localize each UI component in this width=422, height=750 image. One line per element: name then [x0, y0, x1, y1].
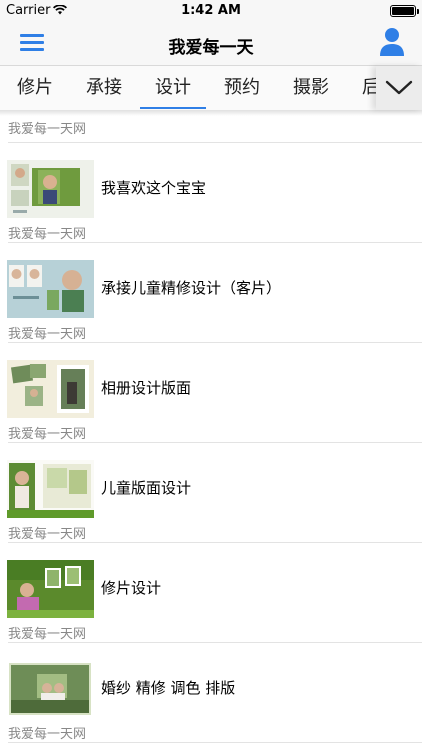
list-item-source: 我爱每一天网: [8, 122, 87, 137]
list-item-source: 我爱每一天网: [8, 427, 87, 442]
list-item[interactable]: 我喜欢这个宝宝 我爱每一天网: [0, 143, 422, 243]
list-item[interactable]: 修片设计 我爱每一天网: [0, 543, 422, 643]
tab-xiupian[interactable]: 修片: [17, 66, 53, 110]
tab-chengjie[interactable]: 承接: [86, 66, 122, 110]
battery-icon: [390, 5, 419, 17]
user-icon[interactable]: [379, 27, 405, 57]
article-thumbnail: [7, 560, 94, 618]
list-item-title: 儿童版面设计: [101, 479, 192, 497]
list-item-source: 我爱每一天网: [8, 327, 87, 342]
tab-sheying[interactable]: 摄影: [293, 66, 329, 110]
list-item[interactable]: 儿童版面设计 我爱每一天网: [0, 443, 422, 543]
list-item-title: 承接儿童精修设计（客片）: [101, 279, 282, 297]
list-item[interactable]: 婚纱 精修 调色 排版 我爱每一天网: [0, 643, 422, 743]
status-bar: Carrier 1:42 AM: [0, 0, 422, 22]
article-thumbnail: [7, 660, 94, 718]
list-item[interactable]: 相册设计版面 我爱每一天网: [0, 343, 422, 443]
tab-yuyue[interactable]: 预约: [224, 66, 260, 110]
chevron-down-icon: [385, 80, 413, 95]
list-item-title: 婚纱 精修 调色 排版: [101, 679, 236, 697]
list-item-title: 我喜欢这个宝宝: [101, 179, 207, 197]
page-title: 我爱每一天: [168, 38, 254, 58]
article-thumbnail: [7, 360, 94, 418]
clock: 1:42 AM: [181, 3, 241, 18]
article-thumbnail: [7, 160, 94, 218]
expand-tabs-button[interactable]: [376, 66, 422, 110]
tab-bar-shadow: [0, 110, 422, 116]
divider: [8, 742, 422, 743]
article-thumbnail: [7, 260, 94, 318]
tab-sheji[interactable]: 设计: [155, 66, 191, 110]
nav-bar: 我爱每一天: [0, 22, 422, 66]
list-item-title: 修片设计: [101, 579, 162, 597]
list-item[interactable]: 承接儿童精修设计（客片） 我爱每一天网: [0, 243, 422, 343]
list-item-title: 相册设计版面: [101, 379, 192, 397]
category-tabs: 修片 承接 设计 预约 摄影 后: [0, 66, 422, 110]
list-item-source: 我爱每一天网: [8, 527, 87, 542]
list-item-source: 我爱每一天网: [8, 727, 87, 742]
active-tab-indicator: [140, 107, 206, 109]
list-item-source: 我爱每一天网: [8, 627, 87, 642]
article-thumbnail: [7, 460, 94, 518]
list-item-source: 我爱每一天网: [8, 227, 87, 242]
